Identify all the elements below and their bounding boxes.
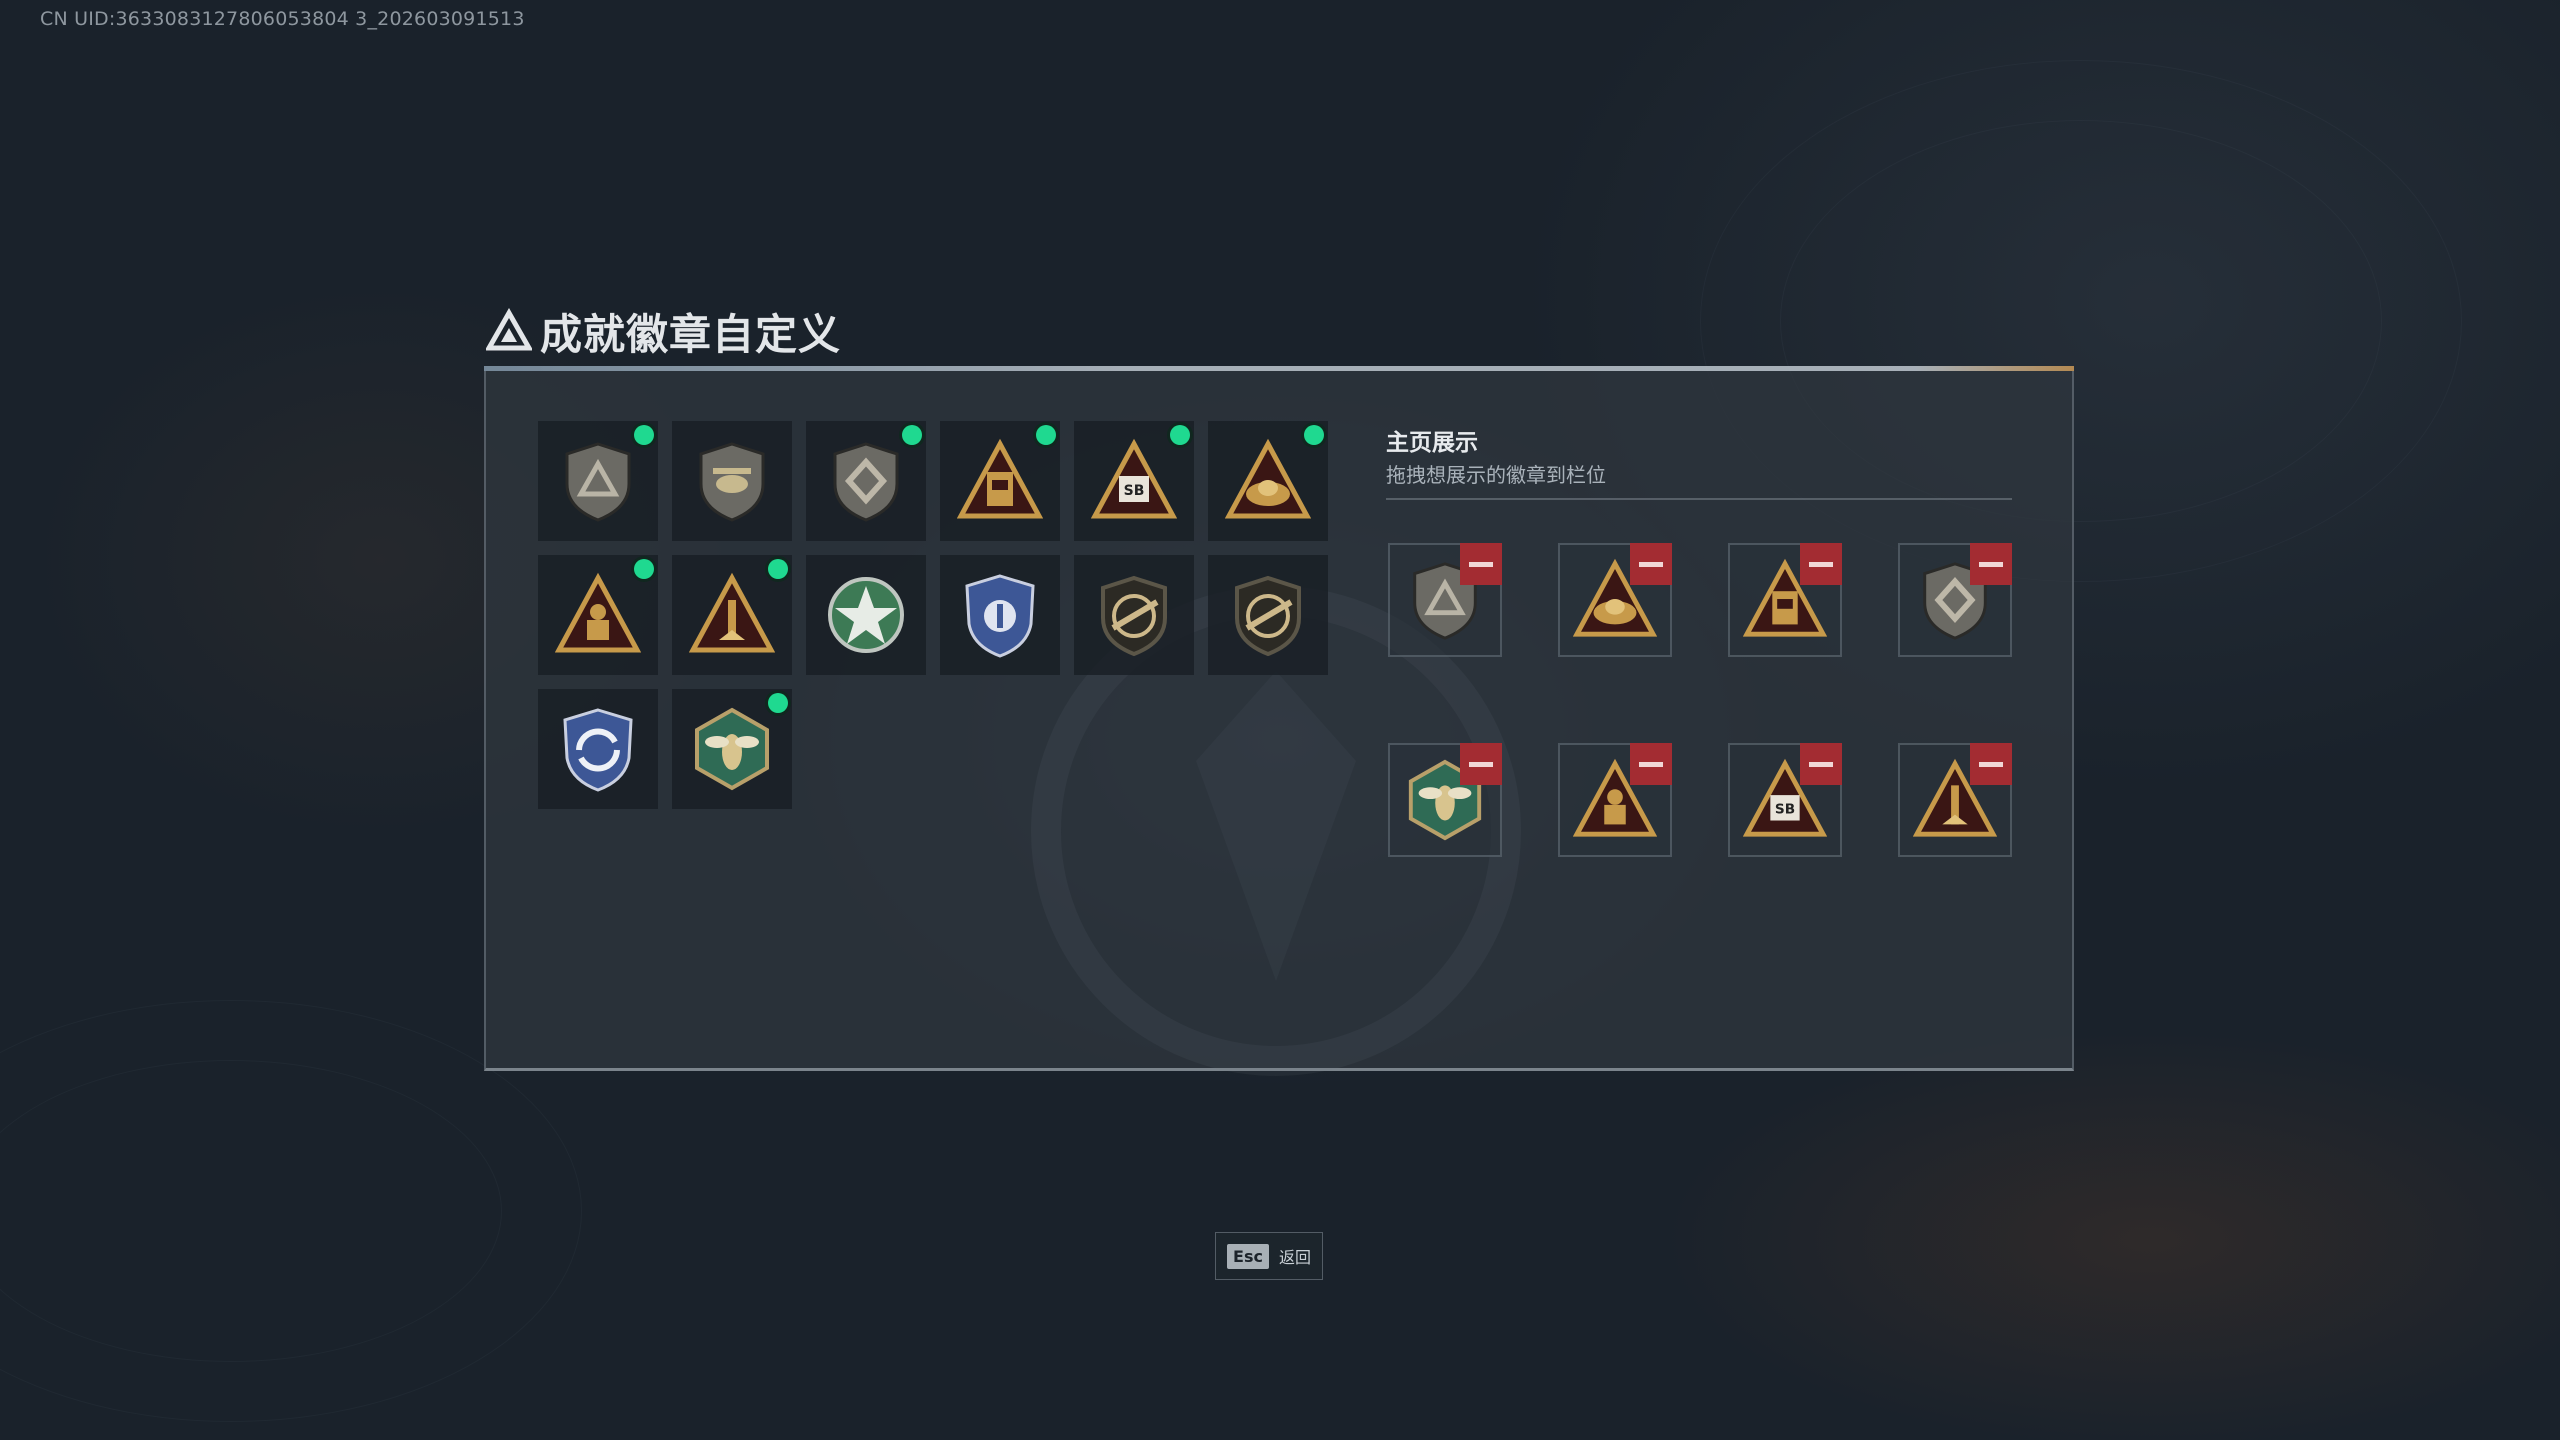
- badge-cell[interactable]: [538, 689, 658, 809]
- badge-cell[interactable]: [940, 421, 1060, 541]
- esc-key-hint: Esc: [1227, 1243, 1269, 1269]
- showcase-slot[interactable]: [1388, 543, 1502, 657]
- svg-text:SB: SB: [1124, 483, 1145, 499]
- gold-rocket-triangle-badge-icon: [689, 572, 775, 653]
- showcase-divider: [1386, 498, 2012, 500]
- badge-cell[interactable]: [672, 689, 792, 809]
- gold-soldier-triangle-badge-icon: [555, 572, 641, 653]
- gold-tower-triangle-badge-icon: [957, 438, 1043, 519]
- back-button[interactable]: Esc 返回: [1215, 1232, 1323, 1280]
- badge-cell[interactable]: [672, 421, 792, 541]
- back-label: 返回: [1278, 1248, 1311, 1267]
- triangle-emblem-icon: [486, 308, 532, 351]
- new-indicator-dot: [768, 693, 788, 713]
- new-indicator-dot: [1036, 425, 1056, 445]
- rifle-shield-dark-badge-icon: [1235, 575, 1301, 657]
- minus-icon: [1469, 761, 1493, 767]
- new-indicator-dot: [634, 559, 654, 579]
- minus-icon: [1809, 561, 1833, 567]
- remove-badge-button[interactable]: [1460, 543, 1502, 585]
- badge-cell[interactable]: [940, 555, 1060, 675]
- gold-helmet-triangle-badge-icon: [1225, 438, 1311, 519]
- showcase-slot[interactable]: [1898, 743, 2012, 857]
- badge-cell[interactable]: [1074, 555, 1194, 675]
- green-wasp-hex-badge-icon: [695, 707, 769, 791]
- remove-badge-button[interactable]: [1970, 743, 2012, 785]
- blue-arrows-shield-badge-icon: [563, 708, 633, 792]
- sb-triangle-badge-icon: SB: [1091, 438, 1177, 519]
- minus-icon: [1639, 561, 1663, 567]
- remove-badge-button[interactable]: [1630, 743, 1672, 785]
- remove-badge-button[interactable]: [1800, 543, 1842, 585]
- showcase-slots: SB: [1388, 543, 2012, 857]
- new-indicator-dot: [1170, 425, 1190, 445]
- minus-icon: [1979, 561, 2003, 567]
- showcase-slot[interactable]: [1558, 543, 1672, 657]
- badge-cell[interactable]: [1208, 555, 1328, 675]
- remove-badge-button[interactable]: [1800, 743, 1842, 785]
- badge-cell[interactable]: [672, 555, 792, 675]
- badge-cell[interactable]: SB: [1074, 421, 1194, 541]
- diamond-shield-badge-icon: [833, 442, 899, 522]
- badge-cell[interactable]: [538, 555, 658, 675]
- rifle-shield-badge-icon: [1101, 575, 1167, 657]
- green-star-badge-icon: [828, 577, 904, 653]
- remove-badge-button[interactable]: [1460, 743, 1502, 785]
- showcase-slot[interactable]: SB: [1728, 743, 1842, 857]
- showcase-subtitle: 拖拽想展示的徽章到栏位: [1386, 463, 1606, 487]
- badge-cell[interactable]: [1208, 421, 1328, 541]
- badge-customize-panel: SB 主页展示 拖拽想展示的徽章到栏位 SB: [484, 371, 2074, 1076]
- blue-police-badge-icon: [965, 574, 1035, 658]
- minus-icon: [1469, 561, 1493, 567]
- shield-triangle-badge-icon: [565, 442, 631, 522]
- page-header: 成就徽章自定义: [486, 306, 841, 359]
- showcase-slot[interactable]: [1388, 743, 1502, 857]
- badge-cell[interactable]: [538, 421, 658, 541]
- helicopter-shield-badge-icon: [699, 442, 765, 522]
- badge-cell[interactable]: [806, 421, 926, 541]
- minus-icon: [1979, 761, 2003, 767]
- new-indicator-dot: [634, 425, 654, 445]
- remove-badge-button[interactable]: [1630, 543, 1672, 585]
- minus-icon: [1639, 761, 1663, 767]
- showcase-slot[interactable]: [1558, 743, 1672, 857]
- new-indicator-dot: [1304, 425, 1324, 445]
- svg-text:SB: SB: [1775, 802, 1795, 818]
- minus-icon: [1809, 761, 1833, 767]
- new-indicator-dot: [902, 425, 922, 445]
- showcase-title: 主页展示: [1386, 430, 1478, 456]
- badge-cell[interactable]: [806, 555, 926, 675]
- user-uid-label: CN UID:3633083127806053804 3_20260309151…: [40, 8, 525, 30]
- badge-collection-grid: SB: [538, 421, 1328, 809]
- showcase-slot[interactable]: [1898, 543, 2012, 657]
- showcase-slot[interactable]: [1728, 543, 1842, 657]
- page-title: 成就徽章自定义: [540, 309, 842, 359]
- new-indicator-dot: [768, 559, 788, 579]
- remove-badge-button[interactable]: [1970, 543, 2012, 585]
